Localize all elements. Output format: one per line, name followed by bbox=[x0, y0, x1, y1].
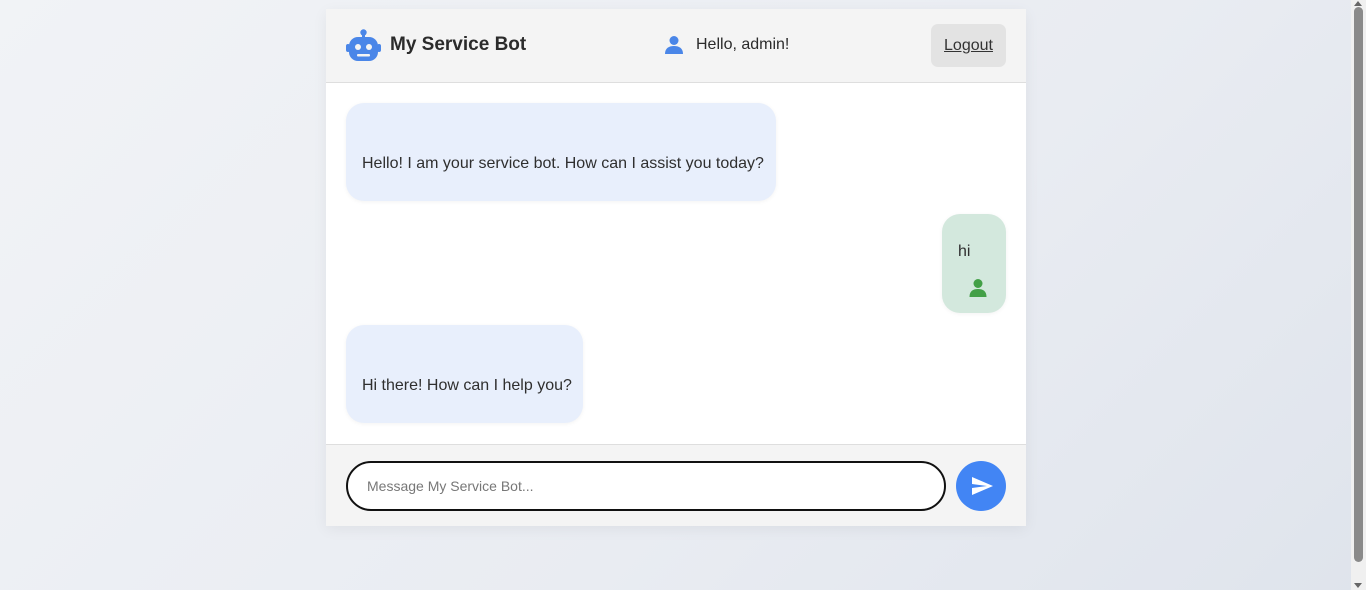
greeting-text: Hello, admin! bbox=[696, 36, 790, 53]
send-icon bbox=[972, 477, 993, 495]
page-scrollbar[interactable] bbox=[1351, 0, 1366, 590]
chat-header: My Service Bot Hello, admin! Logout bbox=[326, 9, 1026, 83]
user-icon bbox=[969, 279, 987, 297]
message-input[interactable] bbox=[346, 461, 946, 511]
user-icon bbox=[665, 36, 683, 54]
user-greeting: Hello, admin! bbox=[664, 35, 789, 55]
message-text: hi bbox=[958, 243, 971, 260]
message-text: Hello! I am your service bot. How can I … bbox=[362, 155, 764, 172]
brand: My Service Bot bbox=[346, 29, 526, 61]
bot-message: Hi there! How can I help you? bbox=[346, 325, 583, 423]
bot-message: Hello! I am your service bot. How can I … bbox=[346, 103, 776, 201]
app-title: My Service Bot bbox=[390, 34, 527, 55]
send-button[interactable] bbox=[956, 461, 1006, 511]
logout-button[interactable]: Logout bbox=[931, 24, 1006, 67]
message-text: Hi there! How can I help you? bbox=[362, 377, 572, 394]
scroll-up-arrow-icon[interactable] bbox=[1354, 1, 1362, 6]
scrollbar-thumb[interactable] bbox=[1354, 7, 1363, 562]
robot-icon bbox=[346, 29, 381, 61]
composer bbox=[326, 444, 1026, 526]
chat-window: My Service Bot Hello, admin! Logout Hell… bbox=[326, 9, 1026, 526]
message-list: Hello! I am your service bot. How can I … bbox=[326, 83, 1026, 444]
scroll-down-arrow-icon[interactable] bbox=[1354, 583, 1362, 588]
user-message: hi bbox=[942, 214, 1006, 313]
